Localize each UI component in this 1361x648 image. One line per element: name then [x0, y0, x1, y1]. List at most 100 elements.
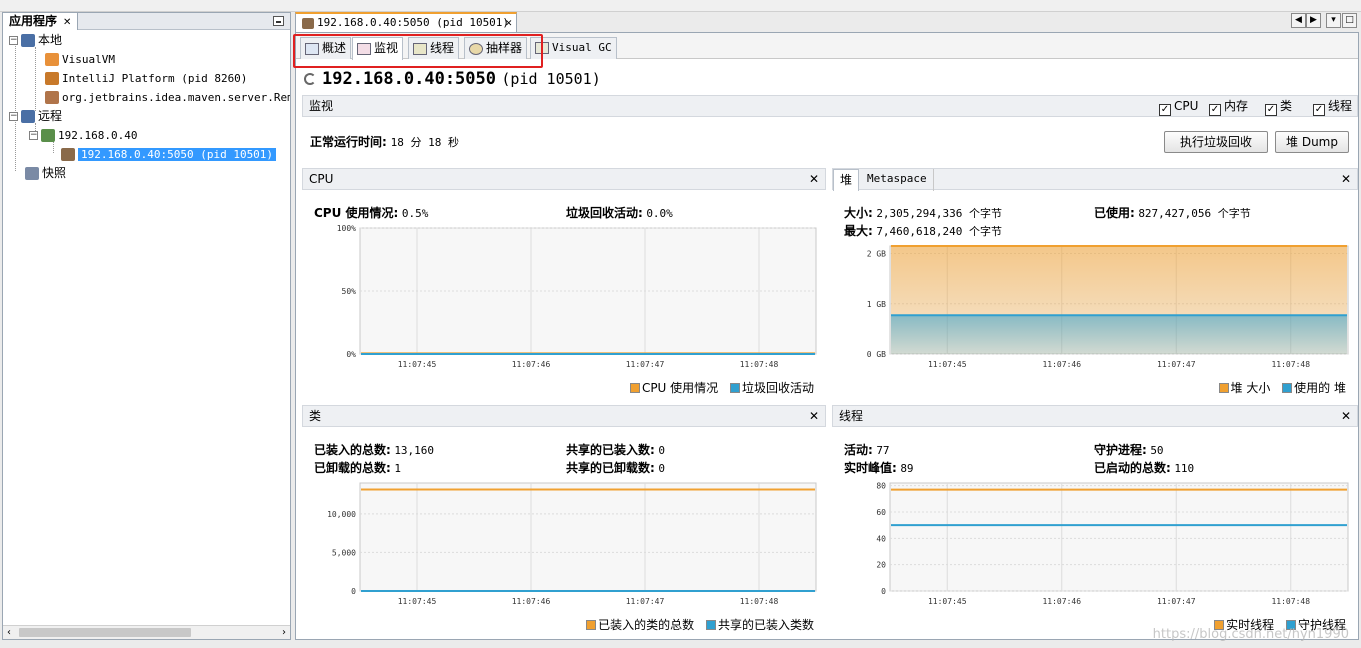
heap-dump-button[interactable]: 堆 Dump	[1275, 131, 1349, 153]
classes-chart-legend: 已装入的类的总数 共享的已装入类数	[578, 616, 814, 633]
x-tick-label: 11:07:48	[740, 360, 779, 369]
y-tick-label: 1 GB	[867, 300, 886, 309]
tree-node-remote-host[interactable]: −192.168.0.40	[29, 126, 137, 144]
x-tick-label: 11:07:45	[398, 597, 437, 606]
series-area	[891, 315, 1347, 354]
y-tick-label: 5,000	[332, 548, 356, 557]
tab-metaspace[interactable]: Metaspace	[861, 169, 934, 191]
document-tab-bar: 192.168.0.40:5050 (pid 10501) ✕ ◀ ▶ ▾ □	[295, 12, 1361, 32]
classes-panel-header: 类 ✕	[302, 405, 826, 427]
legend-item: 堆 大小	[1218, 381, 1270, 395]
shared-loaded-stat: 共享的已装入数: 0	[566, 443, 665, 457]
scroll-tabs-left-icon[interactable]: ◀	[1291, 13, 1306, 28]
y-tick-label: 50%	[342, 287, 357, 296]
legend-swatch	[729, 383, 740, 393]
threads-panel-header: 线程 ✕	[832, 405, 1358, 427]
gc-activity-stat: 垃圾回收活动: 0.0%	[566, 206, 673, 220]
live-threads-stat: 活动: 77	[844, 443, 890, 457]
top-strip	[0, 0, 1361, 12]
close-icon[interactable]: ✕	[1341, 169, 1351, 189]
scroll-left-icon[interactable]: ‹	[7, 626, 11, 639]
heap-size-stat: 大小: 2,305,294,336 个字节	[844, 206, 1003, 220]
perform-gc-button[interactable]: 执行垃圾回收	[1164, 131, 1268, 153]
heap-used-stat: 已使用: 827,427,056 个字节	[1094, 206, 1251, 220]
memory-panel-header: 堆 Metaspace ✕	[832, 168, 1358, 191]
monitor-content: 概述 监视 线程 抽样器 Visual GC 192.168.0.40:5050…	[293, 32, 1359, 640]
close-icon[interactable]: ✕	[63, 17, 71, 28]
legend-item: 垃圾回收活动	[729, 381, 814, 395]
legend-swatch	[629, 383, 640, 393]
document-tab[interactable]: 192.168.0.40:5050 (pid 10501) ✕	[295, 12, 517, 32]
x-tick-label: 11:07:46	[512, 360, 551, 369]
loading-icon	[304, 73, 316, 85]
y-tick-label: 0	[881, 587, 886, 596]
cpu-panel: CPU ✕ CPU 使用情况: 0.5% 垃圾回收活动: 0.0% 0% 50% 1…	[302, 168, 826, 400]
remote-hosts-icon	[21, 110, 35, 123]
close-icon[interactable]: ✕	[809, 169, 819, 189]
check-icon[interactable]: ✓	[1209, 104, 1221, 116]
tree-node-snapshots[interactable]: 快照	[25, 164, 66, 182]
check-icon[interactable]: ✓	[1265, 104, 1277, 116]
tree-node-visualvm[interactable]: VisualVM	[45, 50, 115, 68]
close-icon[interactable]: ✕	[505, 14, 512, 31]
monitor-section-title: 监视	[309, 99, 334, 113]
cpu-panel-header: CPU ✕	[302, 168, 826, 190]
maximize-icon[interactable]: □	[1342, 13, 1357, 28]
page-title: 192.168.0.40:5050 (pid 10501)	[304, 69, 601, 89]
heap-chart-legend: 堆 大小 使用的 堆	[1211, 379, 1346, 396]
checkbox-classes[interactable]: ✓ 类	[1265, 99, 1292, 116]
tree-node-maven-server[interactable]: org.jetbrains.idea.maven.server.RemoteMa…	[45, 88, 290, 106]
legend-swatch	[1218, 383, 1229, 393]
view-tabs: 概述 监视 线程 抽样器 Visual GC	[293, 33, 1358, 68]
x-tick-label: 11:07:47	[626, 360, 665, 369]
memory-panel: 堆 Metaspace ✕ 大小: 2,305,294,336 个字节 最大: …	[832, 168, 1358, 400]
snapshot-icon	[25, 167, 39, 180]
uptime: 正常运行时间: 18 分 18 秒	[310, 135, 459, 149]
legend-swatch	[705, 620, 716, 630]
tree-node-remote[interactable]: − 远程	[9, 107, 62, 125]
y-tick-label: 0	[351, 587, 356, 596]
jmx-icon	[61, 148, 75, 161]
unloaded-classes-stat: 已卸载的总数: 1	[314, 461, 401, 475]
y-tick-label: 40	[876, 534, 886, 543]
highlight-box	[293, 34, 543, 68]
tree-node-local[interactable]: − 本地	[9, 31, 62, 49]
tree-node-intellij[interactable]: IntelliJ Platform (pid 8260)	[45, 69, 247, 87]
check-icon[interactable]: ✓	[1313, 104, 1325, 116]
close-icon[interactable]: ✕	[1341, 406, 1351, 426]
x-tick-label: 11:07:48	[1271, 597, 1310, 606]
close-icon[interactable]: ✕	[809, 406, 819, 426]
x-tick-label: 11:07:46	[512, 597, 551, 606]
horizontal-scrollbar[interactable]: ‹ ›	[3, 625, 290, 639]
cpu-usage-stat: CPU 使用情况: 0.5%	[314, 206, 429, 220]
started-threads-stat: 已启动的总数: 110	[1094, 461, 1195, 475]
scrollbar-thumb[interactable]	[19, 628, 191, 637]
y-tick-label: 20	[876, 561, 886, 570]
checkbox-memory[interactable]: ✓ 内存	[1209, 99, 1248, 116]
scroll-right-icon[interactable]: ›	[282, 626, 286, 639]
checkbox-threads[interactable]: ✓ 线程	[1313, 99, 1352, 116]
checkbox-cpu[interactable]: ✓ CPU	[1159, 99, 1198, 116]
cpu-chart-legend: CPU 使用情况 垃圾回收活动	[622, 379, 814, 396]
applications-tab[interactable]: 应用程序 ✕	[3, 13, 79, 30]
tab-heap[interactable]: 堆	[833, 169, 860, 191]
tree-node-jmx-connection[interactable]: 192.168.0.40:5050 (pid 10501)	[61, 145, 277, 163]
collapse-icon[interactable]: −	[9, 112, 18, 121]
x-tick-label: 11:07:48	[1271, 360, 1310, 369]
daemon-threads-stat: 守护进程: 50	[1094, 443, 1164, 457]
legend-swatch	[1282, 383, 1293, 393]
loaded-classes-stat: 已装入的总数: 13,160	[314, 443, 435, 457]
threads-panel: 线程 ✕ 活动: 77 实时峰值: 89 守护进程: 50 已启动的总数: 11…	[832, 405, 1358, 637]
x-tick-label: 11:07:48	[740, 597, 779, 606]
tree-line	[15, 39, 16, 171]
x-tick-label: 11:07:47	[626, 597, 665, 606]
scroll-tabs-right-icon[interactable]: ▶	[1306, 13, 1321, 28]
applications-panel: 应用程序 ✕ − 本地 VisualVM IntelliJ Platform (pi…	[2, 12, 291, 640]
collapse-icon[interactable]: −	[29, 131, 38, 140]
tab-list-dropdown-icon[interactable]: ▾	[1326, 13, 1341, 28]
minimize-icon[interactable]	[273, 16, 284, 26]
collapse-icon[interactable]: −	[9, 36, 18, 45]
peak-threads-stat: 实时峰值: 89	[844, 461, 914, 475]
check-icon[interactable]: ✓	[1159, 104, 1171, 116]
visualvm-icon	[45, 53, 59, 66]
